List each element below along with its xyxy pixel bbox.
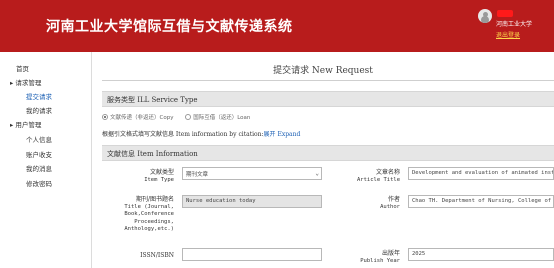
author-label: 作者 Author <box>342 196 400 211</box>
sidebar-item-submit-request[interactable]: 提交请求 <box>26 91 52 101</box>
loan-radio-label[interactable]: 国际互借（返还）Loan <box>193 115 250 121</box>
journal-title-input[interactable]: Nurse education today <box>182 195 322 208</box>
sidebar-section-user[interactable]: ▸ 用户管理 <box>10 119 41 129</box>
sidebar-item-change-password[interactable]: 修改密码 <box>26 178 52 188</box>
article-title-label-cn: 文章名称 <box>375 169 400 176</box>
item-type-label-cn: 文献类型 <box>149 169 174 176</box>
copy-radio[interactable] <box>102 114 108 120</box>
article-title-label: 文章名称 Article Title <box>342 169 400 184</box>
citation-text: 根据引文格式填写文献信息 Item information by citatio… <box>102 131 264 138</box>
item-info-section-header: 文献信息 Item Information <box>102 145 554 161</box>
article-title-label-en: Article Title <box>356 176 400 183</box>
expand-link[interactable]: 展开 Expand <box>264 131 301 138</box>
item-type-selected: 期刊文章 <box>186 172 209 178</box>
sidebar-item-account-charges[interactable]: 账户收支 <box>26 149 52 159</box>
main-content: 提交请求 New Request 服务类型 ILL Service Type 文… <box>92 52 554 268</box>
publish-year-label-cn: 出版年 <box>381 250 400 257</box>
user-avatar-icon[interactable] <box>478 9 492 23</box>
article-title-input[interactable]: Development and evaluation of animated i… <box>408 167 554 180</box>
journal-title-label-cn: 期刊/图书题名 <box>135 196 174 203</box>
item-type-label: 文献类型 Item Type <box>112 169 174 184</box>
user-organization: 河南工业大学 <box>496 21 533 28</box>
journal-title-label: 期刊/图书题名 Title (Journal, Book,Conference … <box>106 196 174 234</box>
journal-title-label-en1: Title (Journal, <box>124 203 174 210</box>
sidebar-section-requests-label: 请求管理 <box>15 79 42 87</box>
sidebar-section-requests[interactable]: ▸ 请求管理 <box>10 77 41 87</box>
app-title: 河南工业大学馆际互借与文献传递系统 <box>46 19 293 35</box>
service-type-section-header: 服务类型 ILL Service Type <box>102 91 554 107</box>
sidebar-item-home[interactable]: 首页 <box>16 63 29 73</box>
app-header: 河南工业大学馆际互借与文献传递系统 河南工业大学 退出登录 <box>0 0 554 52</box>
issn-label: ISSN/ISBN <box>140 252 174 259</box>
author-label-en: Author <box>380 203 400 210</box>
sidebar-section-user-label: 用户管理 <box>15 121 42 129</box>
sidebar-nav: 首页 ▸ 请求管理 提交请求 我的请求 ▸ 用户管理 个人信息 账户收支 我的消… <box>0 52 92 268</box>
issn-input[interactable] <box>182 248 322 261</box>
sidebar-item-my-requests[interactable]: 我的请求 <box>26 105 52 115</box>
item-type-select[interactable]: 期刊文章 ⌄ <box>182 167 322 180</box>
item-type-label-en: Item Type <box>144 176 174 183</box>
chevron-down-icon: ⌄ <box>315 170 319 177</box>
copy-radio-label[interactable]: 文献传递（非返还）Copy <box>110 115 173 121</box>
journal-title-label-en3: Proceedings, <box>134 218 174 225</box>
title-divider <box>102 80 554 81</box>
service-type-section-title: 服务类型 ILL Service Type <box>107 96 198 104</box>
journal-title-label-en2: Book,Conference <box>124 211 174 217</box>
sidebar-item-personal-info[interactable]: 个人信息 <box>26 134 52 144</box>
loan-radio[interactable] <box>185 114 192 120</box>
publish-year-label: 出版年 Publish Year <box>342 250 400 265</box>
sidebar-item-my-messages[interactable]: 我的消息 <box>26 163 52 173</box>
user-name-redacted <box>497 10 513 17</box>
citation-row: 根据引文格式填写文献信息 Item information by citatio… <box>102 129 300 138</box>
item-info-section-title: 文献信息 Item Information <box>107 150 198 158</box>
publish-year-input[interactable]: 2025 <box>408 248 554 261</box>
author-label-cn: 作者 <box>387 196 400 203</box>
service-type-radio-group: 文献传递（非返还）Copy 国际互借（返还）Loan <box>102 113 260 123</box>
page-title: 提交请求 New Request <box>273 66 373 76</box>
author-input[interactable]: Chao TH. Department of Nursing, College … <box>408 195 554 208</box>
logout-link[interactable]: 退出登录 <box>496 30 520 39</box>
publish-year-label-en: Publish Year <box>360 257 400 264</box>
journal-title-label-en4: Anthology,etc.) <box>124 226 174 232</box>
